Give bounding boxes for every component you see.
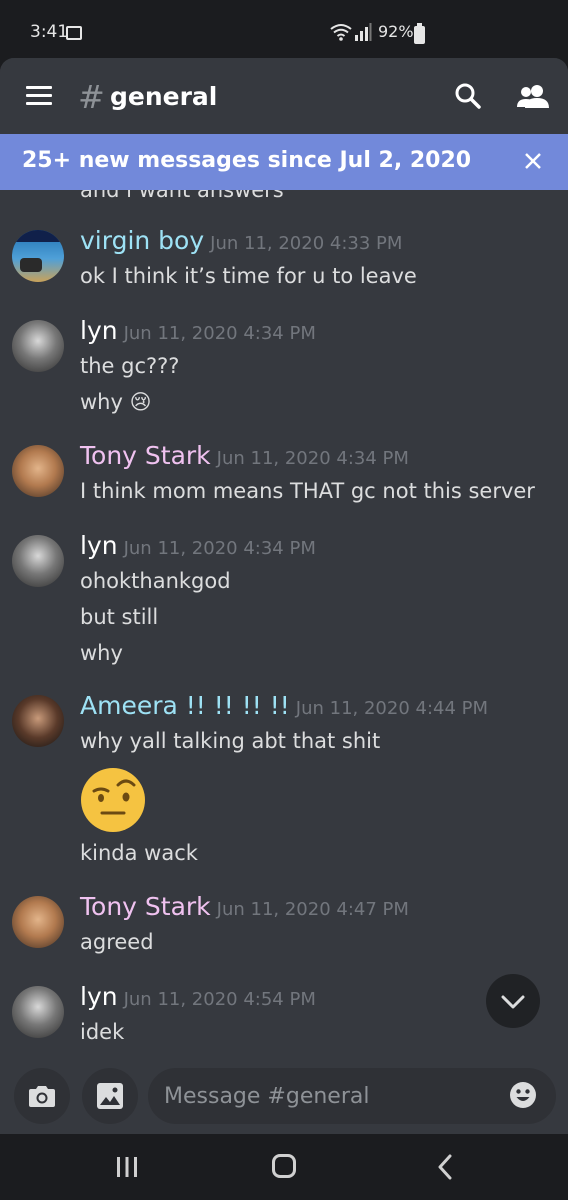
message-list[interactable]: and i want answers virgin boy Jun 11, 202…: [0, 190, 568, 1060]
system-nav-bar: [0, 1134, 568, 1200]
author-name[interactable]: lyn Jun 11, 2020 4:34 PM: [80, 531, 316, 560]
battery-percent: 92%: [378, 22, 414, 41]
back-icon[interactable]: [436, 1154, 454, 1180]
message-composer: [0, 1060, 568, 1138]
author-name[interactable]: Ameera !! !! !! !! Jun 11, 2020 4:44 PM: [80, 691, 488, 720]
raised-eyebrow-emoji: [81, 768, 145, 832]
avatar[interactable]: [12, 896, 64, 948]
message-line: the gc???: [80, 354, 180, 378]
author-name-text: lyn: [80, 982, 118, 1011]
battery-icon: [414, 23, 425, 44]
avatar[interactable]: [12, 320, 64, 372]
message-input[interactable]: [148, 1068, 556, 1124]
members-icon[interactable]: [516, 82, 550, 110]
author-name-text: virgin boy: [80, 226, 205, 255]
camera-icon: [29, 1086, 55, 1107]
jump-to-bottom-button[interactable]: [486, 974, 540, 1028]
message-line: agreed: [80, 930, 154, 954]
author-name-text: Tony Stark: [80, 441, 211, 470]
channel-hash-icon: #: [78, 78, 105, 116]
message-line-partial: and i want answers: [80, 190, 284, 202]
new-messages-text: 25+ new messages since Jul 2, 2020: [22, 148, 472, 173]
image-button[interactable]: [82, 1068, 138, 1124]
status-bar: 3:41 92%: [0, 0, 568, 60]
discord-app: # general 25+ new messages since Jul 2, …: [0, 58, 568, 1138]
author-name[interactable]: Tony Stark Jun 11, 2020 4:34 PM: [80, 441, 409, 470]
author-name[interactable]: lyn Jun 11, 2020 4:34 PM: [80, 316, 316, 345]
timestamp: Jun 11, 2020 4:54 PM: [123, 989, 316, 1010]
timestamp: Jun 11, 2020 4:34 PM: [123, 538, 316, 559]
message-line: I think mom means THAT gc not this serve…: [80, 479, 535, 503]
timestamp: Jun 11, 2020 4:47 PM: [216, 899, 409, 920]
author-name-text: Ameera !! !! !! !!: [80, 691, 290, 720]
message-line: ohokthankgod: [80, 569, 231, 593]
message-line: why yall talking abt that shit: [80, 729, 381, 753]
signal-icon: [355, 23, 372, 41]
new-messages-banner[interactable]: 25+ new messages since Jul 2, 2020: [0, 134, 568, 190]
search-icon[interactable]: [454, 82, 482, 110]
channel-header: # general: [0, 58, 568, 134]
avatar[interactable]: [12, 445, 64, 497]
message-line: ok I think it’s time for u to leave: [80, 264, 417, 288]
message-line: kinda wack: [80, 841, 198, 865]
author-name[interactable]: Tony Stark Jun 11, 2020 4:47 PM: [80, 892, 409, 921]
emoji-icon[interactable]: [508, 1080, 538, 1110]
author-name-text: Tony Stark: [80, 892, 211, 921]
message-line: why 😢: [80, 390, 152, 414]
channel-title: general: [110, 82, 218, 111]
timestamp: Jun 11, 2020 4:34 PM: [216, 448, 409, 469]
camera-button[interactable]: [14, 1068, 70, 1124]
status-time: 3:41: [30, 22, 69, 42]
recents-icon[interactable]: [116, 1156, 138, 1178]
image-icon: [97, 1083, 123, 1109]
avatar[interactable]: [12, 695, 64, 747]
timestamp: Jun 11, 2020 4:33 PM: [210, 233, 403, 254]
menu-icon[interactable]: [26, 86, 52, 106]
gallery-icon: [66, 26, 82, 40]
wifi-icon: [330, 24, 352, 41]
chevron-down-icon: [501, 995, 525, 1009]
avatar[interactable]: [12, 230, 64, 282]
timestamp: Jun 11, 2020 4:44 PM: [295, 698, 489, 719]
author-name[interactable]: virgin boy Jun 11, 2020 4:33 PM: [80, 226, 402, 255]
timestamp: Jun 11, 2020 4:34 PM: [123, 323, 316, 344]
message-line: but still: [80, 605, 159, 629]
message-line: idek: [80, 1020, 125, 1044]
message-line: why: [80, 641, 123, 665]
author-name-text: lyn: [80, 316, 118, 345]
home-icon[interactable]: [272, 1154, 296, 1178]
author-name[interactable]: lyn Jun 11, 2020 4:54 PM: [80, 982, 316, 1011]
avatar[interactable]: [12, 986, 64, 1038]
author-name-text: lyn: [80, 531, 118, 560]
avatar[interactable]: [12, 535, 64, 587]
close-icon[interactable]: [522, 150, 544, 172]
